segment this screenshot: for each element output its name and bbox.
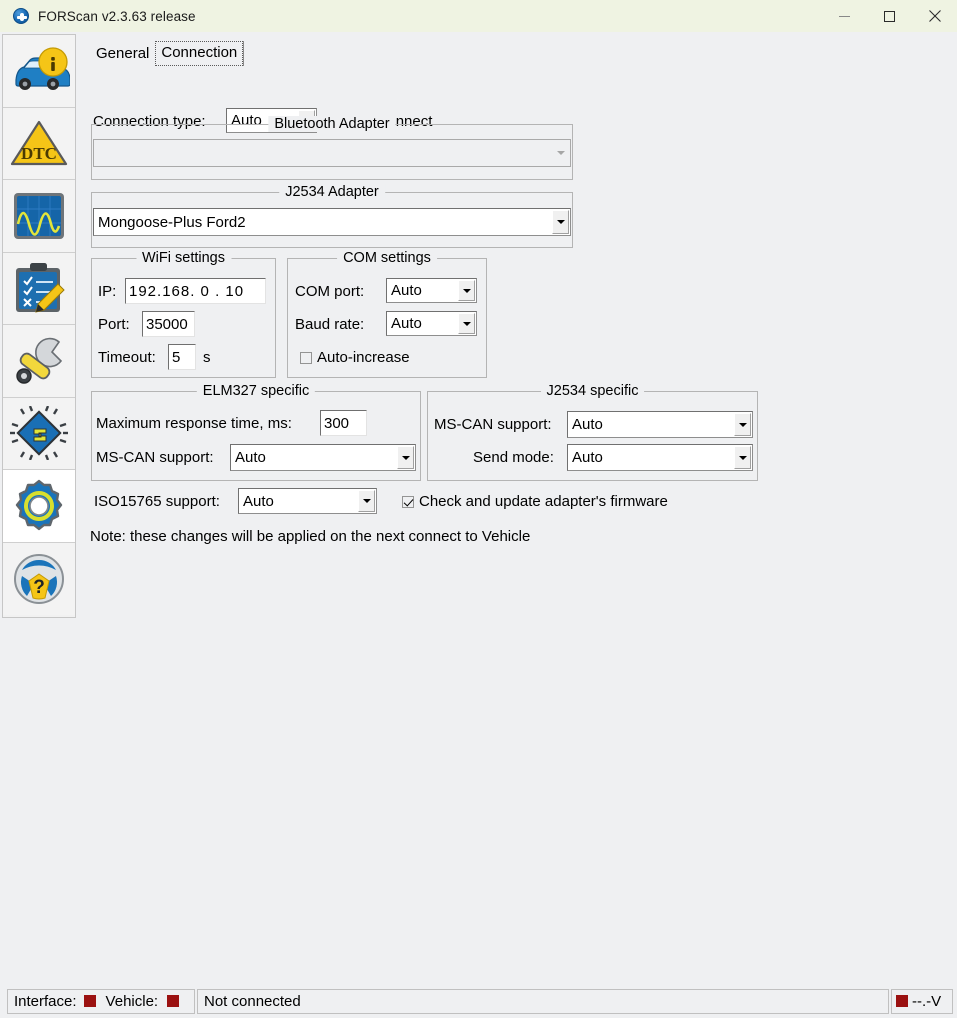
com-settings-title: COM settings	[337, 250, 437, 266]
dtc-warning-triangle-icon: DTC	[10, 118, 68, 168]
wrench-icon	[11, 336, 67, 386]
chevron-down-icon[interactable]	[458, 280, 475, 301]
waveform-graph-icon	[11, 190, 67, 242]
chevron-down-icon[interactable]	[458, 313, 475, 334]
sidebar-item-dtc-codes[interactable]: DTC	[3, 108, 75, 181]
chevron-down-icon[interactable]	[552, 210, 569, 234]
j2534-specific-title: J2534 specific	[541, 383, 645, 399]
wifi-port-input[interactable]: 35000	[142, 311, 195, 337]
baud-rate-label: Baud rate:	[295, 316, 364, 333]
steering-wheel-question-icon: ?	[11, 552, 67, 606]
j2534-adapter-value: Mongoose-Plus Ford2	[98, 214, 246, 231]
sidebar-item-configuration-programming[interactable]	[3, 398, 75, 471]
gear-icon	[10, 479, 68, 533]
close-button[interactable]	[912, 0, 957, 32]
car-info-icon	[8, 46, 70, 96]
chevron-down-icon[interactable]	[358, 490, 375, 512]
iso15765-select[interactable]: Auto	[238, 488, 377, 514]
sidebar-item-service-procedures[interactable]	[3, 325, 75, 398]
chevron-down-icon[interactable]	[397, 446, 414, 469]
bluetooth-adapter-title: Bluetooth Adapter	[268, 116, 395, 132]
baud-rate-value: Auto	[391, 315, 422, 332]
settings-note: Note: these changes will be applied on t…	[90, 528, 530, 545]
wifi-timeout-label: Timeout:	[98, 349, 156, 366]
sidebar: DTC	[2, 34, 76, 618]
elm327-mscan-select[interactable]: Auto	[230, 444, 416, 471]
sidebar-item-tests[interactable]	[3, 253, 75, 326]
elm327-mscan-label: MS-CAN support:	[96, 449, 214, 466]
j2534-adapter-select[interactable]: Mongoose-Plus Ford2	[93, 208, 571, 236]
window-titlebar: FORScan v2.3.63 release	[0, 0, 957, 32]
elm327-mscan-value: Auto	[235, 449, 266, 466]
forscan-logo-icon	[13, 8, 29, 24]
svg-text:?: ?	[33, 577, 45, 598]
bluetooth-adapter-select[interactable]	[93, 139, 571, 167]
j2534-mscan-value: Auto	[572, 416, 603, 433]
wifi-ip-input[interactable]: 192.168. 0 . 10	[125, 278, 266, 304]
minimize-button[interactable]	[822, 0, 867, 32]
j2534-sendmode-value: Auto	[572, 449, 603, 466]
sidebar-item-vehicle-info[interactable]	[3, 35, 75, 108]
auto-increase-checkbox-box	[300, 352, 312, 364]
sidebar-item-settings[interactable]	[3, 470, 75, 543]
voltage-value: --.-V	[912, 993, 941, 1010]
chip-icon	[10, 406, 68, 460]
baud-rate-select[interactable]: Auto	[386, 311, 477, 336]
maximize-button[interactable]	[867, 0, 912, 32]
auto-increase-label: Auto-increase	[317, 349, 410, 366]
wifi-timeout-input[interactable]: 5	[168, 344, 196, 370]
wifi-port-label: Port:	[98, 316, 130, 333]
voltage-status-led	[896, 995, 908, 1007]
statusbar: Interface: Vehicle: Not connected --.-V	[0, 984, 957, 1018]
iso15765-value: Auto	[243, 493, 274, 510]
status-connection-indicators: Interface: Vehicle:	[7, 989, 195, 1014]
vehicle-status-led	[167, 995, 179, 1007]
tab-general[interactable]: General	[90, 43, 155, 66]
elm327-max-response-label: Maximum response time, ms:	[96, 415, 292, 432]
clipboard-checklist-icon	[11, 261, 67, 315]
elm327-specific-title: ELM327 specific	[197, 383, 315, 399]
sidebar-item-oscilloscope[interactable]	[3, 180, 75, 253]
chevron-down-icon[interactable]	[552, 141, 569, 165]
firmware-update-checkbox[interactable]: Check and update adapter's firmware	[402, 493, 668, 510]
com-port-label: COM port:	[295, 283, 364, 300]
j2534-adapter-title: J2534 Adapter	[279, 184, 385, 200]
j2534-sendmode-select[interactable]: Auto	[567, 444, 753, 471]
j2534-sendmode-label: Send mode:	[473, 449, 554, 466]
interface-status-led	[84, 995, 96, 1007]
window-controls	[822, 0, 957, 32]
svg-text:DTC: DTC	[21, 144, 57, 163]
status-voltage-panel: --.-V	[891, 989, 953, 1014]
auto-increase-checkbox[interactable]: Auto-increase	[300, 349, 410, 366]
chevron-down-icon[interactable]	[734, 446, 751, 469]
com-port-value: Auto	[391, 282, 422, 299]
firmware-update-checkbox-box	[402, 496, 414, 508]
com-port-select[interactable]: Auto	[386, 278, 477, 303]
wifi-timeout-unit: s	[203, 349, 211, 366]
firmware-update-label: Check and update adapter's firmware	[419, 493, 668, 510]
wifi-settings-title: WiFi settings	[136, 250, 231, 266]
j2534-mscan-label: MS-CAN support:	[434, 416, 552, 433]
vehicle-label: Vehicle:	[106, 993, 159, 1010]
status-message: Not connected	[204, 993, 301, 1010]
chevron-down-icon[interactable]	[734, 413, 751, 436]
tab-connection[interactable]: Connection	[155, 41, 243, 66]
tabstrip: General Connection	[90, 41, 243, 66]
j2534-mscan-select[interactable]: Auto	[567, 411, 753, 438]
wifi-ip-label: IP:	[98, 283, 116, 300]
interface-label: Interface:	[14, 993, 77, 1010]
status-message-panel: Not connected	[197, 989, 889, 1014]
window-title: FORScan v2.3.63 release	[38, 9, 196, 24]
iso15765-label: ISO15765 support:	[94, 493, 220, 510]
sidebar-item-help[interactable]: ?	[3, 543, 75, 616]
elm327-max-response-input[interactable]: 300	[320, 410, 367, 436]
main-content: General Connection Connection type: Auto…	[82, 34, 955, 984]
